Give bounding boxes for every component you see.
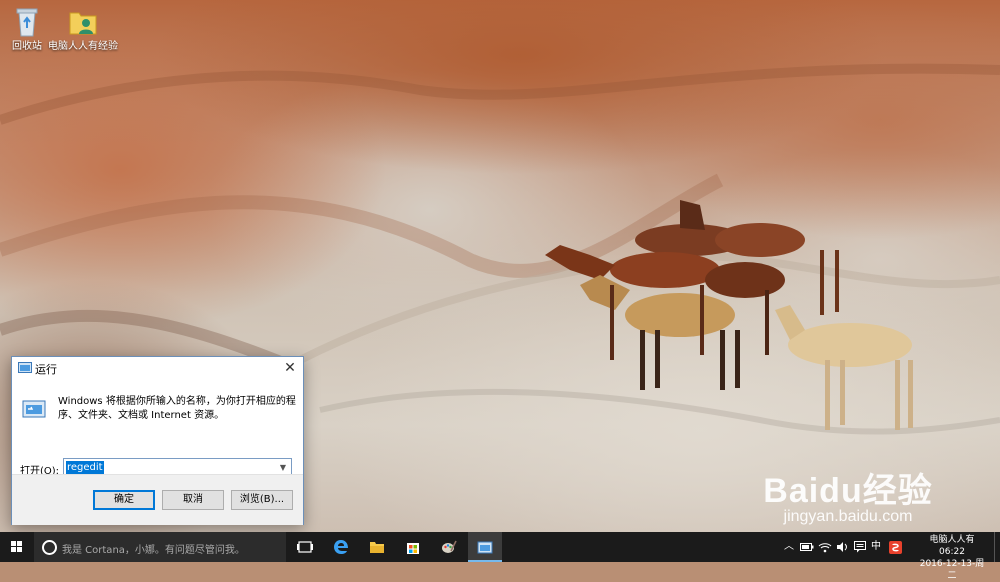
clock-time: 电脑人人有 06:22 [929,535,975,557]
cortana-icon [42,540,57,555]
taskbar-paint[interactable] [432,532,466,562]
run-app-icon [18,362,32,373]
baidu-watermark: Baidu经验 jingyan.baidu.com [748,463,948,526]
taskbar-clock[interactable]: 电脑人人有 06:22 2016-12-13-周二 [916,534,988,582]
windows-logo-icon [11,541,22,552]
store-icon [407,543,419,554]
run-description: Windows 将根据你所输入的名称，为你打开相应的程序、文件夹、文档或 Int… [58,396,296,421]
run-titlebar[interactable]: 运行 ✕ [12,357,303,379]
folder-icon [370,542,384,553]
close-icon[interactable]: ✕ [277,357,303,379]
desktop-icon-user-folder[interactable]: 电脑人人有经验 [44,6,122,54]
battery-icon[interactable] [800,542,814,557]
ime-indicator[interactable]: 中 [871,540,881,554]
chevron-up-icon[interactable]: ︿ [784,540,794,554]
search-placeholder: 我是 Cortana，小娜。有问题尽管问我。 [62,545,245,556]
run-body: Windows 将根据你所输入的名称，为你打开相应的程序、文件夹、文档或 Int… [12,379,303,478]
taskbar-store[interactable] [396,532,430,562]
task-view-button[interactable] [288,532,322,562]
sogou-ime-icon[interactable] [889,541,902,559]
watermark-logo: Baidu经验 [763,472,933,510]
task-view-icon [297,541,313,553]
recycle-bin-icon [11,6,43,38]
user-folder-icon [67,6,99,38]
run-dialog: 运行 ✕ Windows 将根据你所输入的名称，为你打开相应的程序、文件夹、文档… [11,356,304,525]
taskbar-edge[interactable] [324,532,358,562]
show-desktop-button[interactable] [994,532,1000,562]
user-folder-label: 电脑人人有经验 [48,41,118,52]
wifi-icon[interactable] [818,541,832,558]
browse-button[interactable]: 浏览(B)... [231,490,293,510]
taskbar-run[interactable] [468,532,502,562]
taskbar-file-explorer[interactable] [360,532,394,562]
start-button[interactable] [0,532,34,562]
cortana-search-box[interactable]: 我是 Cortana，小娜。有问题尽管问我。 [34,532,286,562]
ok-button[interactable]: 确定 [93,490,155,510]
run-program-icon [22,397,46,421]
cancel-button[interactable]: 取消 [162,490,224,510]
run-icon [477,541,493,554]
edge-icon [334,540,348,554]
run-footer: 确定 取消 浏览(B)... [12,474,303,525]
run-title: 运行 [35,363,57,376]
open-input-text[interactable]: regedit [66,461,104,475]
paint-icon [442,540,457,553]
taskbar: 我是 Cortana，小娜。有问题尽管问我。 ︿ 中 电脑人人有 06:22 2… [0,532,1000,581]
action-center-icon[interactable] [854,541,866,558]
volume-icon[interactable] [836,541,850,558]
